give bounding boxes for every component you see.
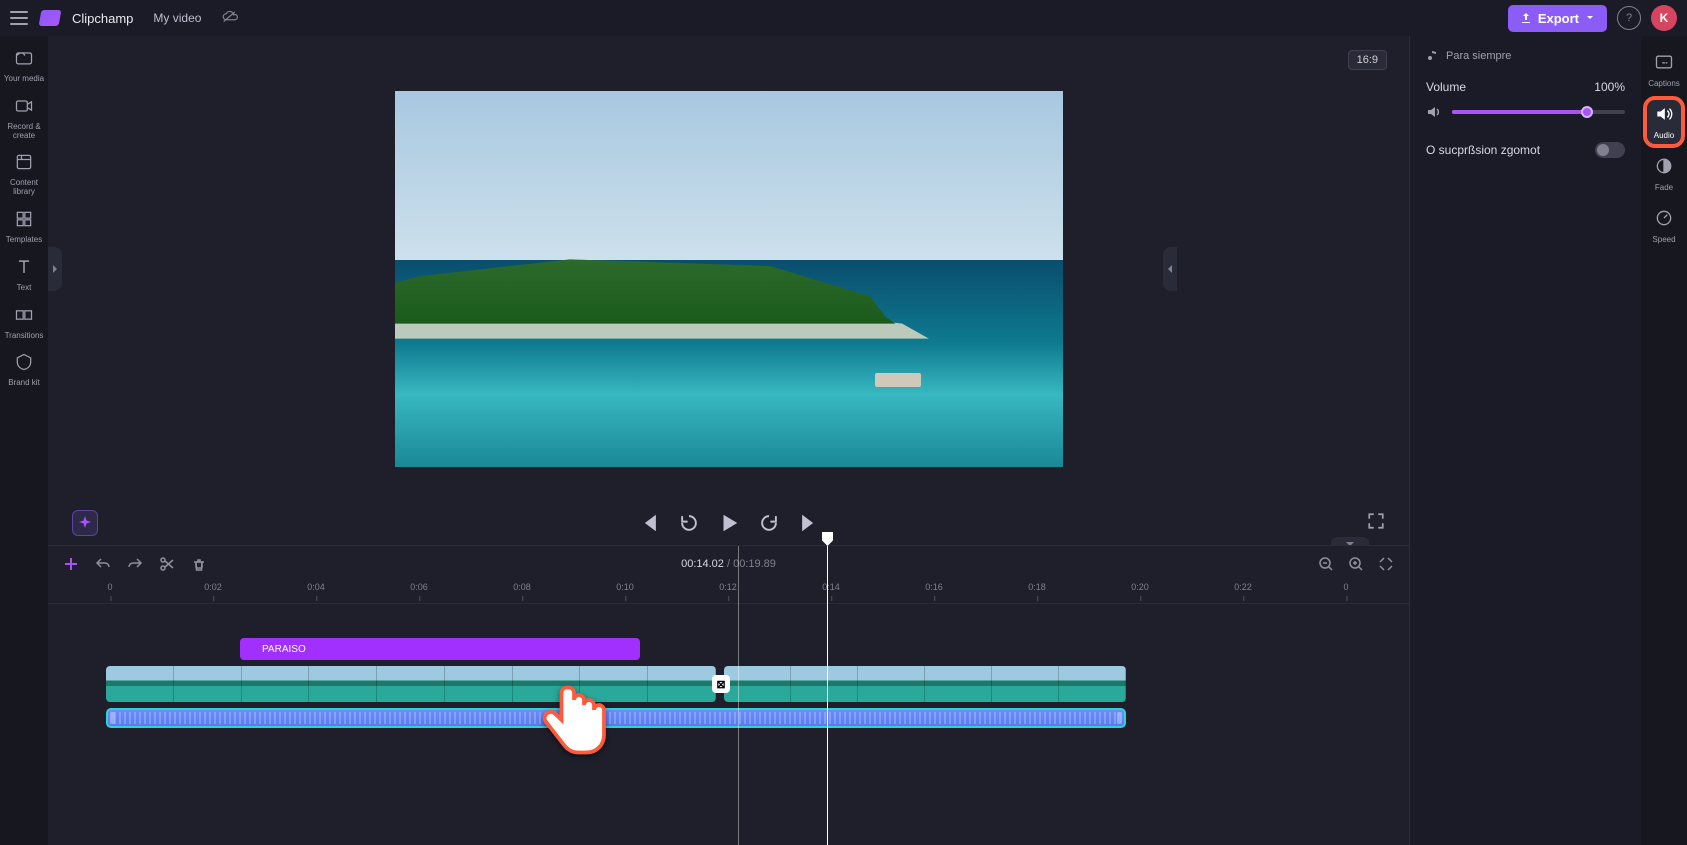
right-fade[interactable]: Fade	[1641, 150, 1687, 198]
text-clip-label: PARAISO	[262, 644, 306, 655]
expand-left-handle[interactable]	[48, 247, 62, 291]
speaker-icon	[1426, 104, 1442, 120]
audio-panel: Para siempre Volume 100% O sucprßsion zg…	[1409, 36, 1641, 845]
rewind-button[interactable]	[678, 512, 700, 534]
sidebar-record-create[interactable]: Record & create	[0, 90, 48, 147]
add-track-button[interactable]	[62, 555, 80, 573]
volume-slider[interactable]	[1452, 110, 1625, 114]
left-sidebar: Your media Record & create Content libra…	[0, 36, 48, 845]
logo-icon	[39, 10, 62, 26]
text-track: PARAISO	[48, 638, 1409, 660]
magic-enhance-button[interactable]	[72, 510, 98, 536]
topbar: Clipchamp My video Export ? K	[0, 0, 1687, 36]
forward-button[interactable]	[758, 512, 780, 534]
fullscreen-button[interactable]	[1367, 512, 1385, 535]
video-clip-1[interactable]	[106, 666, 716, 702]
right-speed[interactable]: Speed	[1641, 202, 1687, 250]
right-captions[interactable]: Captions	[1641, 46, 1687, 94]
noise-suppression-toggle[interactable]	[1595, 142, 1625, 158]
zoom-in-button[interactable]	[1347, 555, 1365, 573]
sidebar-your-media[interactable]: Your media	[0, 42, 48, 90]
brand-label: Clipchamp	[72, 11, 133, 26]
right-sidebar: Captions Audio Fade Speed	[1641, 36, 1687, 845]
transition-icon[interactable]: ⊠	[712, 675, 730, 693]
timeline-ruler[interactable]: 00:020:040:060:080:100:120:140:160:180:2…	[48, 582, 1409, 604]
split-button[interactable]	[158, 555, 176, 573]
right-audio[interactable]: Audio	[1641, 98, 1687, 146]
video-preview[interactable]	[395, 91, 1063, 467]
playhead[interactable]	[827, 546, 828, 845]
music-note-icon	[1426, 50, 1438, 62]
skip-back-button[interactable]	[638, 512, 660, 534]
preview-stage: 16:9	[48, 36, 1409, 501]
sidebar-content-library[interactable]: Content library	[0, 146, 48, 203]
sidebar-templates[interactable]: Templates	[0, 203, 48, 251]
playback-controls	[48, 501, 1409, 545]
timeline-area: 00:14.02 / 00:19.89 00:020:040:060:080:1…	[48, 545, 1409, 845]
redo-button[interactable]	[126, 555, 144, 573]
delete-button[interactable]	[190, 555, 208, 573]
zoom-fit-button[interactable]	[1377, 555, 1395, 573]
sidebar-transitions[interactable]: Transitions	[0, 299, 48, 347]
sidebar-brand-kit[interactable]: Brand kit	[0, 346, 48, 394]
play-button[interactable]	[718, 512, 740, 534]
video-track: ⊠	[48, 666, 1409, 702]
cloud-sync-icon	[221, 9, 239, 28]
audio-clip[interactable]	[106, 708, 1126, 728]
audio-track	[48, 708, 1409, 728]
undo-button[interactable]	[94, 555, 112, 573]
avatar[interactable]: K	[1651, 5, 1677, 31]
noise-suppression-label: O sucprßsion zgomot	[1426, 143, 1540, 157]
timeline-timecode: 00:14.02 / 00:19.89	[681, 558, 776, 570]
main-area: 16:9	[48, 36, 1641, 845]
help-button[interactable]: ?	[1617, 6, 1641, 30]
volume-value: 100%	[1594, 80, 1625, 94]
project-name[interactable]: My video	[145, 9, 209, 27]
sidebar-text[interactable]: Text	[0, 251, 48, 299]
clip-name-label: Para siempre	[1446, 50, 1511, 62]
skip-forward-button[interactable]	[798, 512, 820, 534]
hover-indicator	[738, 546, 739, 845]
expand-right-handle[interactable]	[1163, 247, 1177, 291]
volume-label: Volume	[1426, 80, 1466, 94]
aspect-ratio-button[interactable]: 16:9	[1348, 50, 1387, 70]
zoom-out-button[interactable]	[1317, 555, 1335, 573]
export-button[interactable]: Export	[1508, 5, 1607, 32]
menu-button[interactable]	[10, 11, 28, 25]
video-clip-2[interactable]	[724, 666, 1126, 702]
export-label: Export	[1538, 11, 1579, 26]
text-clip[interactable]: PARAISO	[240, 638, 640, 660]
